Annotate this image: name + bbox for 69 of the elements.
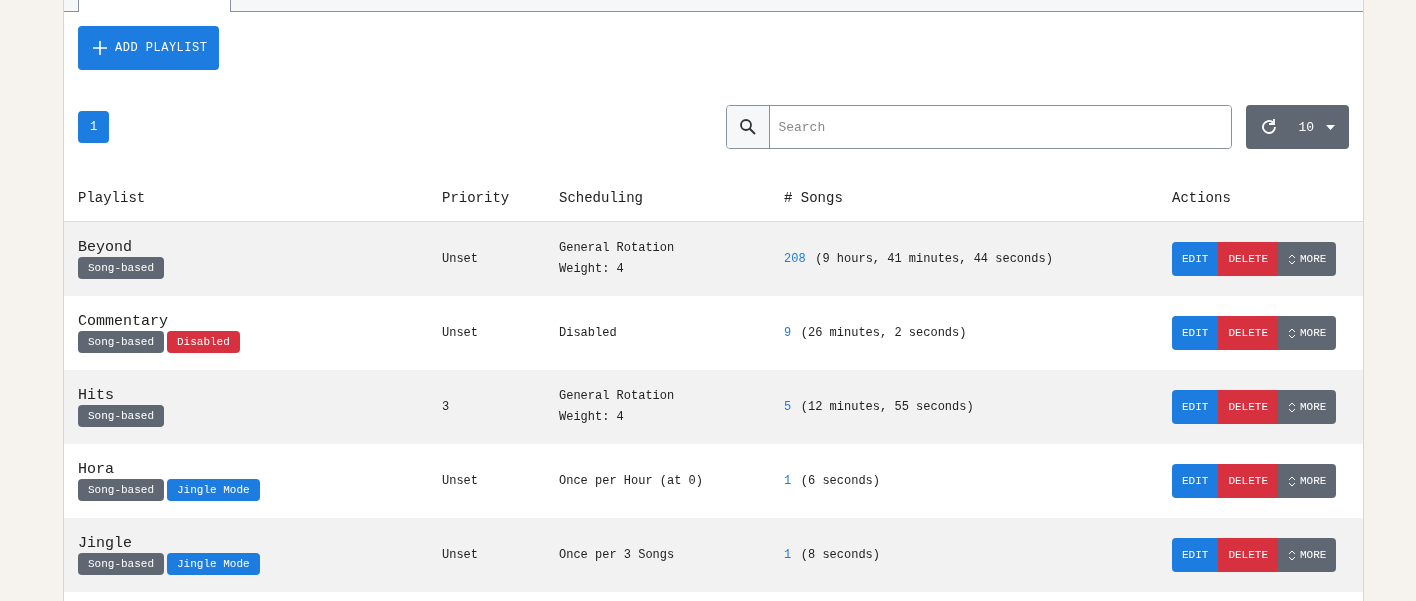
edit-button[interactable]: EDIT [1172, 464, 1219, 498]
duration-text: (12 minutes, 55 seconds) [800, 399, 974, 414]
priority-cell-text: Unset [442, 324, 479, 342]
page-button[interactable]: 1 [78, 111, 109, 143]
priority-cell-text: 3 [442, 398, 451, 416]
more-button[interactable]: MORE [1278, 316, 1337, 350]
duration-text: (26 minutes, 2 seconds) [800, 325, 967, 340]
playlist-name: Commentary [78, 313, 169, 330]
playlist-name: Hora [78, 461, 115, 478]
refresh-icon [1260, 118, 1279, 136]
edit-button[interactable]: EDIT [1172, 242, 1219, 276]
playlist-name: Beyond [78, 239, 133, 256]
playlist-name: Jingle [78, 535, 133, 552]
column-header: Playlist [78, 190, 147, 206]
playlist-name: Hits [78, 387, 115, 404]
duration-text: (6 seconds) [800, 473, 881, 488]
playlist-tag: Jingle Mode [167, 553, 260, 575]
add-playlist-button[interactable]: ADD PLAYLIST [78, 26, 220, 70]
caret-icon [1326, 124, 1335, 130]
more-button[interactable]: MORE [1278, 242, 1337, 276]
column-header: # Songs [784, 190, 844, 206]
priority-cell-text: Unset [442, 250, 479, 268]
tab[interactable] [78, 0, 231, 12]
page-size-button[interactable]: 10 [1246, 105, 1349, 149]
delete-button[interactable]: DELETE [1218, 464, 1278, 498]
song-count-link[interactable]: 5 [784, 399, 792, 414]
delete-button[interactable]: DELETE [1218, 242, 1278, 276]
more-button[interactable]: MORE [1278, 538, 1337, 572]
scheduling-text: General Rotation [559, 388, 676, 405]
column-header: Actions [1172, 190, 1232, 206]
column-header: Priority [442, 190, 511, 206]
more-button[interactable]: MORE [1278, 390, 1337, 424]
edit-button[interactable]: EDIT [1172, 316, 1219, 350]
chevron-up-down-icon [1288, 253, 1296, 265]
playlist-tag: Jingle Mode [167, 479, 260, 501]
playlist-tag: Song-based [78, 553, 164, 575]
scheduling-text: Once per 3 Songs [559, 546, 676, 564]
playlist-tag: Song-based [78, 257, 164, 279]
song-count-link[interactable]: 1 [784, 473, 792, 488]
delete-button[interactable]: DELETE [1218, 390, 1278, 424]
scheduling-text: Weight: 4 [559, 261, 625, 278]
plus-icon [93, 41, 107, 55]
song-count-link[interactable]: 208 [784, 251, 806, 266]
playlist-tag: Disabled [167, 331, 240, 353]
song-count-link[interactable]: 1 [784, 547, 792, 562]
chevron-up-down-icon [1288, 475, 1296, 487]
scheduling-text: Disabled [559, 324, 618, 342]
column-header: Scheduling [559, 190, 644, 206]
chevron-up-down-icon [1288, 327, 1296, 339]
search-field[interactable]: Search [726, 105, 1233, 149]
priority-cell-text: Unset [442, 472, 479, 490]
chevron-up-down-icon [1288, 549, 1296, 561]
scheduling-text: General Rotation [559, 240, 676, 257]
song-count-link[interactable]: 9 [784, 325, 792, 340]
delete-button[interactable]: DELETE [1218, 538, 1278, 572]
delete-button[interactable]: DELETE [1218, 316, 1278, 350]
edit-button[interactable]: EDIT [1172, 390, 1219, 424]
search-icon [739, 118, 758, 136]
duration-text: (8 seconds) [800, 547, 881, 562]
playlist-tag: Song-based [78, 331, 164, 353]
chevron-up-down-icon [1288, 401, 1296, 413]
scheduling-text: Once per Hour (at 0) [559, 472, 705, 490]
priority-cell-text: Unset [442, 546, 479, 564]
more-button[interactable]: MORE [1278, 464, 1337, 498]
playlist-tag: Song-based [78, 405, 164, 427]
edit-button[interactable]: EDIT [1172, 538, 1219, 572]
scheduling-text: Weight: 4 [559, 409, 625, 426]
playlist-tag: Song-based [78, 479, 164, 501]
duration-text: (9 hours, 41 minutes, 44 seconds) [815, 251, 1053, 266]
